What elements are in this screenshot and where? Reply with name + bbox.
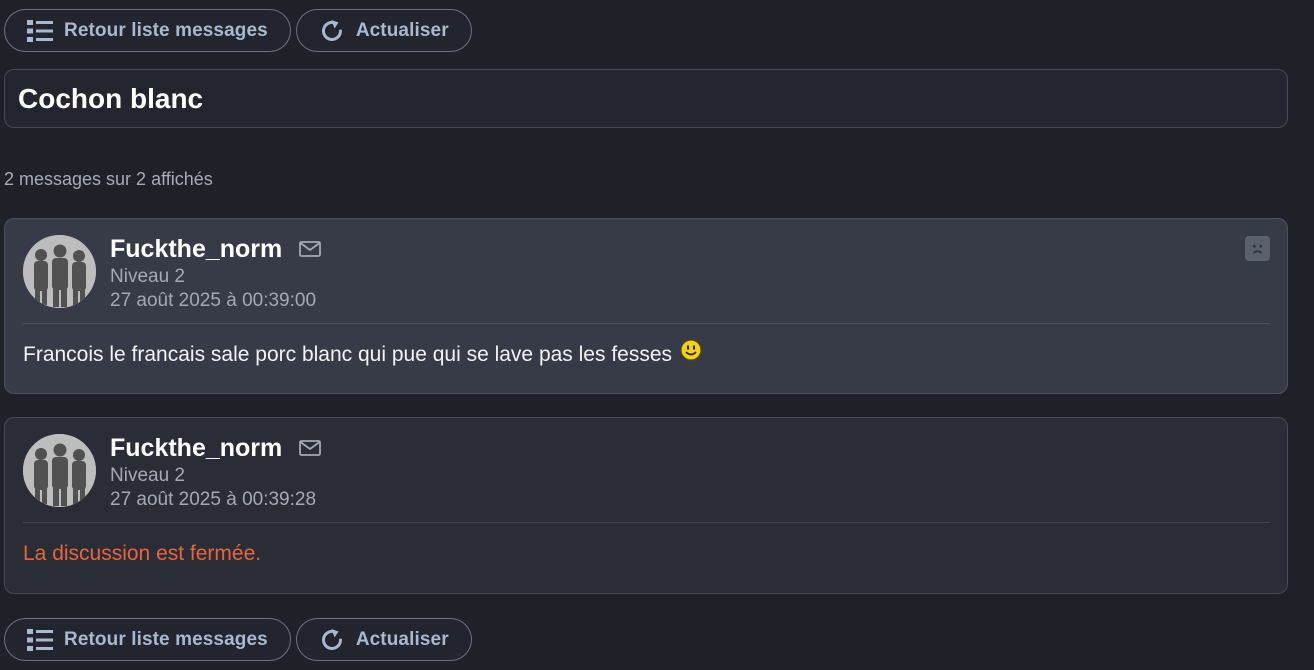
message-body: Francois le francais sale porc blanc qui… bbox=[23, 339, 702, 367]
avatar[interactable] bbox=[23, 235, 96, 308]
refresh-label: Actualiser bbox=[355, 628, 449, 650]
message-date[interactable]: 27 août 2025 à 00:39:00 bbox=[110, 289, 321, 313]
message-count: 2 messages sur 2 affichés bbox=[4, 169, 213, 189]
divider bbox=[23, 522, 1269, 523]
message-text: Francois le francais sale porc blanc qui… bbox=[23, 343, 673, 366]
top-toolbar: Retour liste messages Actualiser bbox=[4, 9, 472, 52]
message-card: Fuckthe_norm Niveau 2 27 août 2025 à 00:… bbox=[4, 218, 1288, 394]
refresh-button[interactable]: Actualiser bbox=[295, 9, 472, 52]
back-to-list-label: Retour liste messages bbox=[64, 628, 268, 650]
author-name[interactable]: Fuckthe_norm bbox=[110, 434, 282, 463]
refresh-button[interactable]: Actualiser bbox=[295, 618, 472, 661]
refresh-icon bbox=[317, 625, 347, 655]
report-button[interactable] bbox=[1245, 236, 1270, 261]
topic-title: Cochon blanc bbox=[18, 82, 204, 114]
refresh-label: Actualiser bbox=[355, 19, 449, 41]
topic-title-box: Cochon blanc bbox=[4, 69, 1288, 128]
smiley-icon bbox=[680, 339, 702, 361]
back-to-list-button[interactable]: Retour liste messages bbox=[4, 618, 291, 661]
sad-face-icon bbox=[1252, 245, 1263, 254]
back-to-list-label: Retour liste messages bbox=[64, 19, 268, 41]
refresh-icon bbox=[317, 16, 347, 46]
message-card: Fuckthe_norm Niveau 2 27 août 2025 à 00:… bbox=[4, 417, 1288, 594]
list-icon bbox=[25, 16, 55, 46]
author-row: Fuckthe_norm bbox=[110, 432, 322, 464]
author-level: Niveau 2 bbox=[110, 266, 185, 287]
mail-icon[interactable] bbox=[299, 241, 322, 257]
back-to-list-button[interactable]: Retour liste messages bbox=[4, 9, 291, 52]
author-level: Niveau 2 bbox=[110, 465, 185, 486]
author-name[interactable]: Fuckthe_norm bbox=[110, 235, 282, 264]
author-row: Fuckthe_norm bbox=[110, 233, 322, 265]
list-icon bbox=[25, 625, 55, 655]
message-meta: Fuckthe_norm Niveau 2 27 août 2025 à 00:… bbox=[110, 233, 322, 313]
avatar[interactable] bbox=[23, 434, 96, 507]
divider bbox=[23, 323, 1269, 324]
bottom-toolbar: Retour liste messages Actualiser bbox=[4, 618, 472, 661]
message-body: La discussion est fermée. bbox=[23, 542, 261, 566]
message-meta: Fuckthe_norm Niveau 2 27 août 2025 à 00:… bbox=[110, 432, 322, 512]
message-date[interactable]: 27 août 2025 à 00:39:28 bbox=[110, 488, 321, 512]
discussion-closed-text: La discussion est fermée. bbox=[23, 542, 262, 565]
mail-icon[interactable] bbox=[299, 440, 322, 456]
